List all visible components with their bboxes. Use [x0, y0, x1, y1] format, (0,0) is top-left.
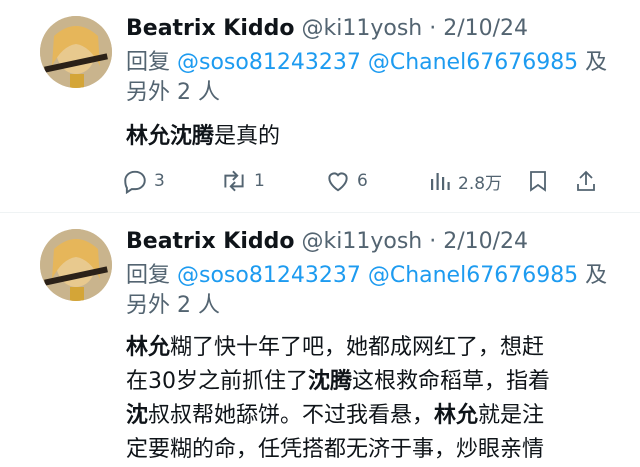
author-handle[interactable]: @ki11yosh	[302, 16, 423, 41]
tweet-header: Beatrix Kiddo @ki11yosh · 2/10/24	[126, 14, 528, 44]
tweet-2[interactable]: Beatrix Kiddo @ki11yosh · 2/10/24 回复 @so…	[0, 213, 640, 462]
reply-others[interactable]: 另外 2 人	[126, 80, 220, 105]
reply-count: 3	[154, 171, 165, 191]
action-bar: 3 1 6 2.8万	[122, 166, 602, 196]
text: 是真的	[214, 124, 281, 149]
reply-others[interactable]: 另外 2 人	[126, 293, 220, 318]
separator: ·	[422, 229, 444, 254]
like-icon	[325, 168, 351, 194]
reply-context: 回复 @soso81243237 @Chanel67676985 及 另外 2 …	[126, 48, 616, 108]
text-line: 沈叔叔帮她舔饼。不过我看悬，林允就是注	[126, 399, 616, 433]
reply-context: 回复 @soso81243237 @Chanel67676985 及 另外 2 …	[126, 261, 616, 321]
share-button[interactable]	[574, 166, 598, 196]
bookmark-button[interactable]	[526, 166, 550, 196]
reply-suffix: 及	[578, 263, 608, 288]
bold-text: 林允	[434, 403, 479, 428]
avatar[interactable]	[40, 16, 112, 88]
bold-text: 沈	[126, 403, 149, 428]
mention-link[interactable]: @soso81243237	[177, 50, 361, 75]
tweet-1[interactable]: Beatrix Kiddo @ki11yosh · 2/10/24 回复 @so…	[0, 0, 640, 210]
retweet-count: 1	[254, 171, 265, 191]
text: 就是注	[478, 403, 545, 428]
avatar[interactable]	[40, 229, 112, 301]
text-line: 林允糊了快十年了吧，她都成网红了，想赶	[126, 331, 616, 365]
bold-text: 林允沈腾	[126, 124, 215, 149]
like-button[interactable]: 6	[325, 166, 368, 196]
separator: ·	[422, 16, 444, 41]
views-icon	[428, 168, 452, 194]
author-name[interactable]: Beatrix Kiddo	[126, 229, 295, 254]
retweet-icon	[220, 168, 248, 194]
mention-link[interactable]: @Chanel67676985	[368, 50, 578, 75]
views-button[interactable]: 2.8万	[428, 166, 502, 196]
tweet-text: 林允沈腾是真的	[126, 120, 616, 154]
reply-prefix: 回复	[126, 263, 177, 288]
share-icon	[574, 168, 598, 194]
reply-button[interactable]: 3	[122, 166, 165, 196]
like-count: 6	[357, 171, 368, 191]
bold-text: 林允	[126, 335, 171, 360]
retweet-button[interactable]: 1	[220, 166, 265, 196]
author-name[interactable]: Beatrix Kiddo	[126, 16, 295, 41]
views-count: 2.8万	[458, 173, 503, 194]
text-line: 定要糊的命，任凭搭都无济于事，炒眼亲情	[126, 433, 616, 467]
text: 糊了快十年了吧，她都成网红了，想赶	[170, 335, 545, 360]
text: 叔叔帮她舔饼。不过我看悬，	[148, 403, 435, 428]
text-line: 在30岁之前抓住了沈腾这根救命稻草，指着	[126, 365, 616, 399]
tweet-date[interactable]: 2/10/24	[443, 229, 528, 254]
bookmark-icon	[526, 168, 550, 194]
text: 在30岁之前抓住了	[126, 369, 308, 394]
reply-suffix: 及	[578, 50, 608, 75]
mention-link[interactable]: @Chanel67676985	[368, 263, 578, 288]
tweet-header: Beatrix Kiddo @ki11yosh · 2/10/24	[126, 227, 528, 257]
tweet-text: 林允糊了快十年了吧，她都成网红了，想赶 在30岁之前抓住了沈腾这根救命稻草，指着…	[126, 331, 616, 467]
author-handle[interactable]: @ki11yosh	[302, 229, 423, 254]
mention-link[interactable]: @soso81243237	[177, 263, 361, 288]
reply-icon	[122, 168, 148, 194]
text: 这根救命稻草，指着	[352, 369, 551, 394]
tweet-date[interactable]: 2/10/24	[443, 16, 528, 41]
reply-prefix: 回复	[126, 50, 177, 75]
bold-text: 沈腾	[308, 369, 353, 394]
